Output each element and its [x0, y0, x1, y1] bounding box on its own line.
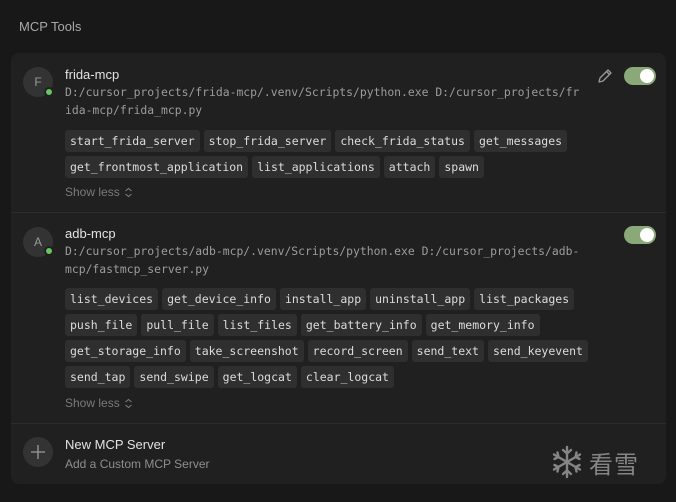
server-card-frida-mcp: F frida-mcp D:/cursor_projects/frida-mcp…: [11, 53, 666, 213]
tool-chip: get_device_info: [162, 288, 276, 310]
tool-chip: list_files: [217, 314, 297, 336]
server-name: frida-mcp: [65, 67, 120, 82]
tool-chip: uninstall_app: [370, 288, 471, 310]
tool-chip: list_applications: [252, 156, 380, 178]
tool-chip: record_screen: [307, 340, 408, 362]
server-enable-toggle[interactable]: [624, 226, 656, 244]
show-less-button[interactable]: Show less: [65, 396, 133, 410]
section-title: MCP Tools: [19, 19, 82, 34]
tool-chip: get_storage_info: [65, 340, 186, 362]
show-less-label: Show less: [65, 396, 120, 410]
toggle-knob: [640, 228, 654, 242]
server-card-adb-mcp: A adb-mcp D:/cursor_projects/adb-mcp/.ve…: [11, 213, 666, 424]
tool-chip: push_file: [65, 314, 138, 336]
watermark-logo: 看雪: [549, 442, 659, 482]
tool-chip: get_memory_info: [425, 314, 540, 336]
watermark-text: 看雪: [589, 450, 639, 479]
tool-chip: clear_logcat: [300, 366, 394, 388]
tool-chip: send_swipe: [134, 366, 214, 388]
tool-chip: get_battery_info: [300, 314, 422, 336]
tool-chip: spawn: [439, 156, 484, 178]
pencil-icon[interactable]: [596, 67, 614, 85]
toggle-knob: [640, 69, 654, 83]
tool-list: start_frida_server stop_frida_server check…: [65, 130, 625, 178]
tool-chip: get_messages: [473, 130, 568, 152]
server-enable-toggle[interactable]: [624, 67, 656, 85]
server-command: D:/cursor_projects/frida-mcp/.venv/Scrip…: [65, 85, 580, 117]
tool-chip: list_devices: [65, 288, 159, 310]
tool-chip: get_logcat: [217, 366, 297, 388]
tool-chip: get_frontmost_application: [65, 156, 249, 178]
status-online-indicator: [44, 246, 54, 256]
tool-chip: list_packages: [474, 288, 575, 310]
chevron-up-down-icon: [124, 187, 132, 197]
status-online-indicator: [44, 87, 54, 97]
new-server-title: New MCP Server: [65, 437, 166, 452]
chevron-up-down-icon: [124, 398, 132, 408]
show-less-button[interactable]: Show less: [65, 185, 133, 199]
plus-icon: [23, 437, 53, 467]
tool-chip: check_frida_status: [335, 130, 470, 152]
server-command: D:/cursor_projects/adb-mcp/.venv/Scripts…: [65, 244, 580, 276]
tool-chip: attach: [383, 156, 436, 178]
snowflake-icon: [552, 445, 582, 479]
tool-chip: install_app: [279, 288, 367, 310]
mcp-servers-panel: F frida-mcp D:/cursor_projects/frida-mcp…: [11, 53, 666, 484]
show-less-label: Show less: [65, 185, 120, 199]
tool-chip: send_keyevent: [487, 340, 588, 362]
tool-chip: stop_frida_server: [203, 130, 332, 152]
tool-chip: take_screenshot: [189, 340, 304, 362]
tool-chip: send_text: [411, 340, 484, 362]
tool-list: list_devices get_device_info install_app un…: [65, 288, 625, 388]
tool-chip: start_frida_server: [65, 130, 200, 152]
server-name: adb-mcp: [65, 226, 116, 241]
tool-chip: pull_file: [141, 314, 214, 336]
new-server-subtitle: Add a Custom MCP Server: [65, 457, 210, 471]
tool-chip: send_tap: [65, 366, 131, 388]
